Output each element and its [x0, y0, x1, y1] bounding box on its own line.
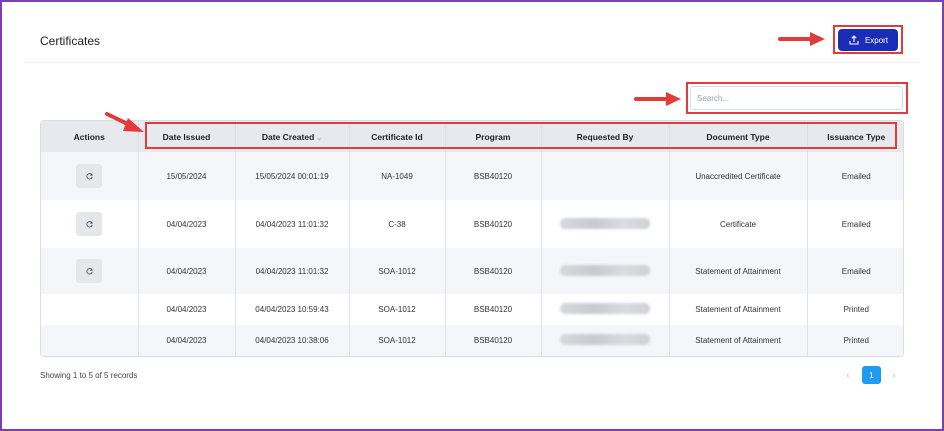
table-row: 04/04/2023 04/04/2023 11:01:32 C-38 BSB4012… [41, 200, 903, 248]
reissue-button[interactable] [76, 164, 103, 188]
export-label: Export [864, 35, 889, 45]
cell-actions [41, 152, 139, 200]
reissue-button[interactable] [76, 259, 103, 283]
cell-actions [41, 294, 139, 325]
cell-program: BSB40120 [445, 248, 542, 294]
cell-actions [41, 200, 139, 248]
refresh-icon [86, 172, 93, 179]
cell-date-issued: 15/05/2024 [138, 152, 236, 200]
cell-date-created: 04/04/2023 11:01:32 [235, 248, 350, 294]
cell-date-created: 04/04/2023 11:01:32 [235, 200, 350, 248]
cell-requested-by [541, 248, 670, 294]
column-header-date-issued[interactable]: Date Issued [138, 121, 236, 152]
reissue-button[interactable] [76, 212, 103, 236]
page-title: Certificates [40, 34, 101, 48]
table-header-row: Actions Date Issued Date Created ⌄ Certif… [41, 121, 903, 152]
cell-certificate-id: SOA-1012 [349, 325, 446, 356]
redacted-name [560, 217, 650, 229]
pagination-next-button[interactable]: › [888, 366, 900, 384]
column-header-document-type[interactable]: Document Type [669, 121, 808, 152]
cell-issuance-type: Printed [843, 336, 869, 345]
cell-issuance-type: Emailed [841, 266, 871, 276]
certificates-table: Actions Date Issued Date Created ⌄ Certif… [40, 120, 904, 357]
cell-certificate-id: NA-1049 [349, 152, 446, 200]
cell-program: BSB40120 [445, 152, 542, 200]
pagination-prev-button[interactable]: ‹ [842, 366, 854, 384]
cell-requested-by [541, 325, 670, 356]
export-button[interactable]: Export [838, 29, 898, 51]
header-divider [24, 62, 920, 63]
records-count: Showing 1 to 5 of 5 records [40, 371, 138, 380]
cell-document-type: Statement of Attainment [669, 248, 808, 294]
cell-actions [41, 248, 139, 294]
cell-date-issued: 04/04/2023 [138, 200, 236, 248]
cell-requested-by [541, 200, 670, 248]
refresh-icon [86, 267, 93, 274]
cell-document-type: Unaccredited Certificate [669, 152, 808, 200]
cell-requested-by [541, 152, 670, 200]
cell-date-created: 04/04/2023 10:38:06 [235, 325, 350, 356]
cell-issuance-type: Printed [843, 305, 869, 314]
column-header-date-created[interactable]: Date Created ⌄ [235, 121, 350, 152]
cell-actions [41, 325, 139, 356]
cell-certificate-id: SOA-1012 [349, 294, 446, 325]
upload-icon [848, 34, 860, 46]
pagination-page-1[interactable]: 1 [862, 366, 881, 384]
column-header-issuance-type[interactable]: Issuance Type [807, 121, 903, 152]
column-header-certificate-id[interactable]: Certificate Id [349, 121, 446, 152]
cell-date-created: 04/04/2023 10:59:43 [235, 294, 350, 325]
redacted-name [560, 303, 650, 314]
cell-program: BSB40120 [445, 325, 542, 356]
cell-date-created: 15/05/2024 00:01:19 [235, 152, 350, 200]
column-header-program[interactable]: Program [445, 121, 542, 152]
sort-chevron-down-icon: ⌄ [316, 134, 323, 142]
cell-issuance-type: Emailed [841, 171, 871, 181]
cell-program: BSB40120 [445, 200, 542, 248]
cell-date-issued: 04/04/2023 [138, 294, 236, 325]
table-row: 04/04/2023 04/04/2023 11:01:32 SOA-1012 BSB… [41, 248, 903, 294]
redacted-name [560, 334, 650, 345]
cell-document-type: Statement of Attainment [669, 325, 808, 356]
cell-requested-by [541, 294, 670, 325]
cell-document-type: Statement of Attainment [669, 294, 808, 325]
column-header-requested-by[interactable]: Requested By [541, 121, 670, 152]
table-row: 15/05/2024 15/05/2024 00:01:19 NA-1049 BSB4… [41, 152, 903, 200]
redacted-name [560, 264, 650, 276]
cell-date-issued: 04/04/2023 [138, 248, 236, 294]
table-row: 04/04/2023 04/04/2023 10:38:06 SOA-1012 BSB… [41, 325, 903, 356]
cell-certificate-id: C-38 [349, 200, 446, 248]
cell-certificate-id: SOA-1012 [349, 248, 446, 294]
cell-issuance-type: Emailed [841, 219, 871, 229]
search-input[interactable] [690, 86, 903, 110]
cell-date-issued: 04/04/2023 [138, 325, 236, 356]
refresh-icon [86, 220, 93, 227]
cell-document-type: Certificate [669, 200, 808, 248]
cell-program: BSB40120 [445, 294, 542, 325]
table-row: 04/04/2023 04/04/2023 10:59:43 SOA-1012 BSB… [41, 294, 903, 325]
column-header-actions: Actions [41, 121, 139, 152]
